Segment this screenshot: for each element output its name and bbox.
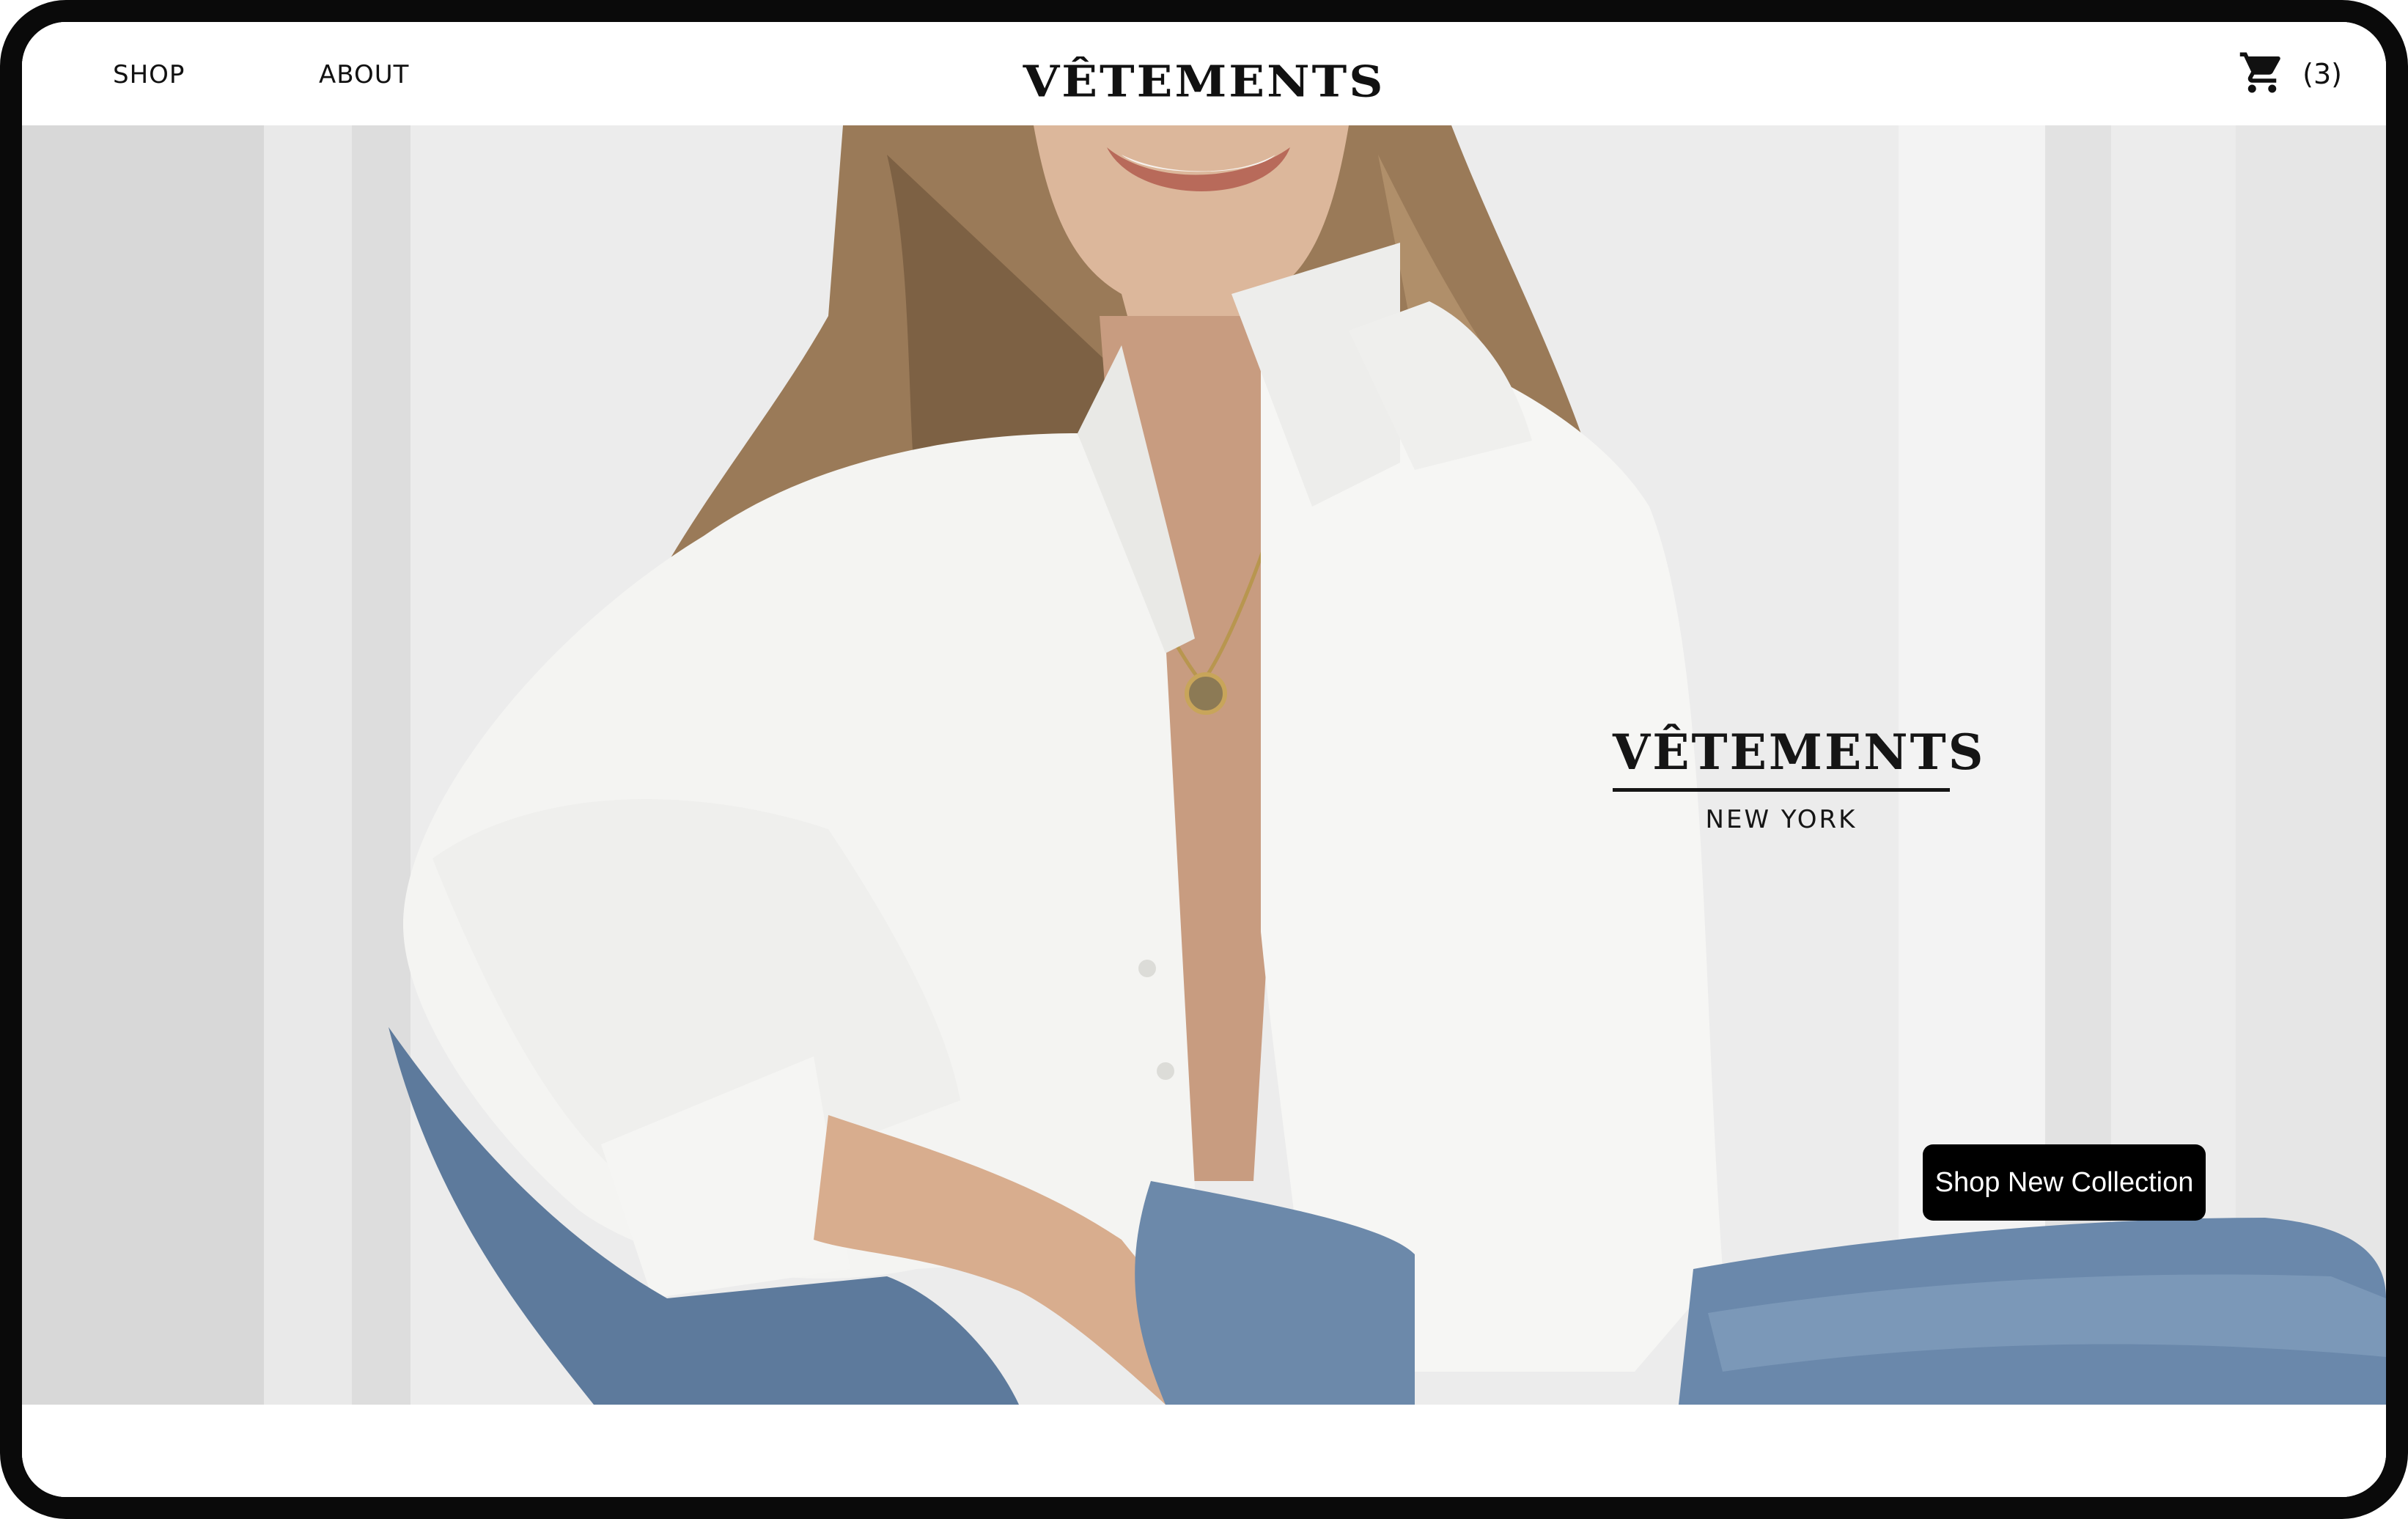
screen: SHOP ABOUT VÊTEMENTS (3) VÊTEMENTS NEW Y… [22, 22, 2386, 1497]
cart-icon[interactable] [2238, 48, 2286, 100]
hero-brand-name: VÊTEMENTS [1613, 728, 1983, 792]
site-header: SHOP ABOUT VÊTEMENTS (3) [22, 22, 2386, 125]
shop-new-collection-button[interactable]: Shop New Collection [1923, 1144, 2206, 1221]
hero-banner: VÊTEMENTS NEW YORK Shop New Collection [22, 125, 2386, 1405]
cart-count: (3) [2302, 58, 2342, 90]
cart-button[interactable]: (3) [2238, 48, 2342, 100]
hero-brand-mark: VÊTEMENTS NEW YORK [1613, 728, 1983, 834]
device-frame: SHOP ABOUT VÊTEMENTS (3) VÊTEMENTS NEW Y… [0, 0, 2408, 1519]
brand-logo[interactable]: VÊTEMENTS [22, 56, 2386, 107]
page-below-hero [22, 1405, 2386, 1497]
hero-brand-city: NEW YORK [1705, 805, 1857, 834]
